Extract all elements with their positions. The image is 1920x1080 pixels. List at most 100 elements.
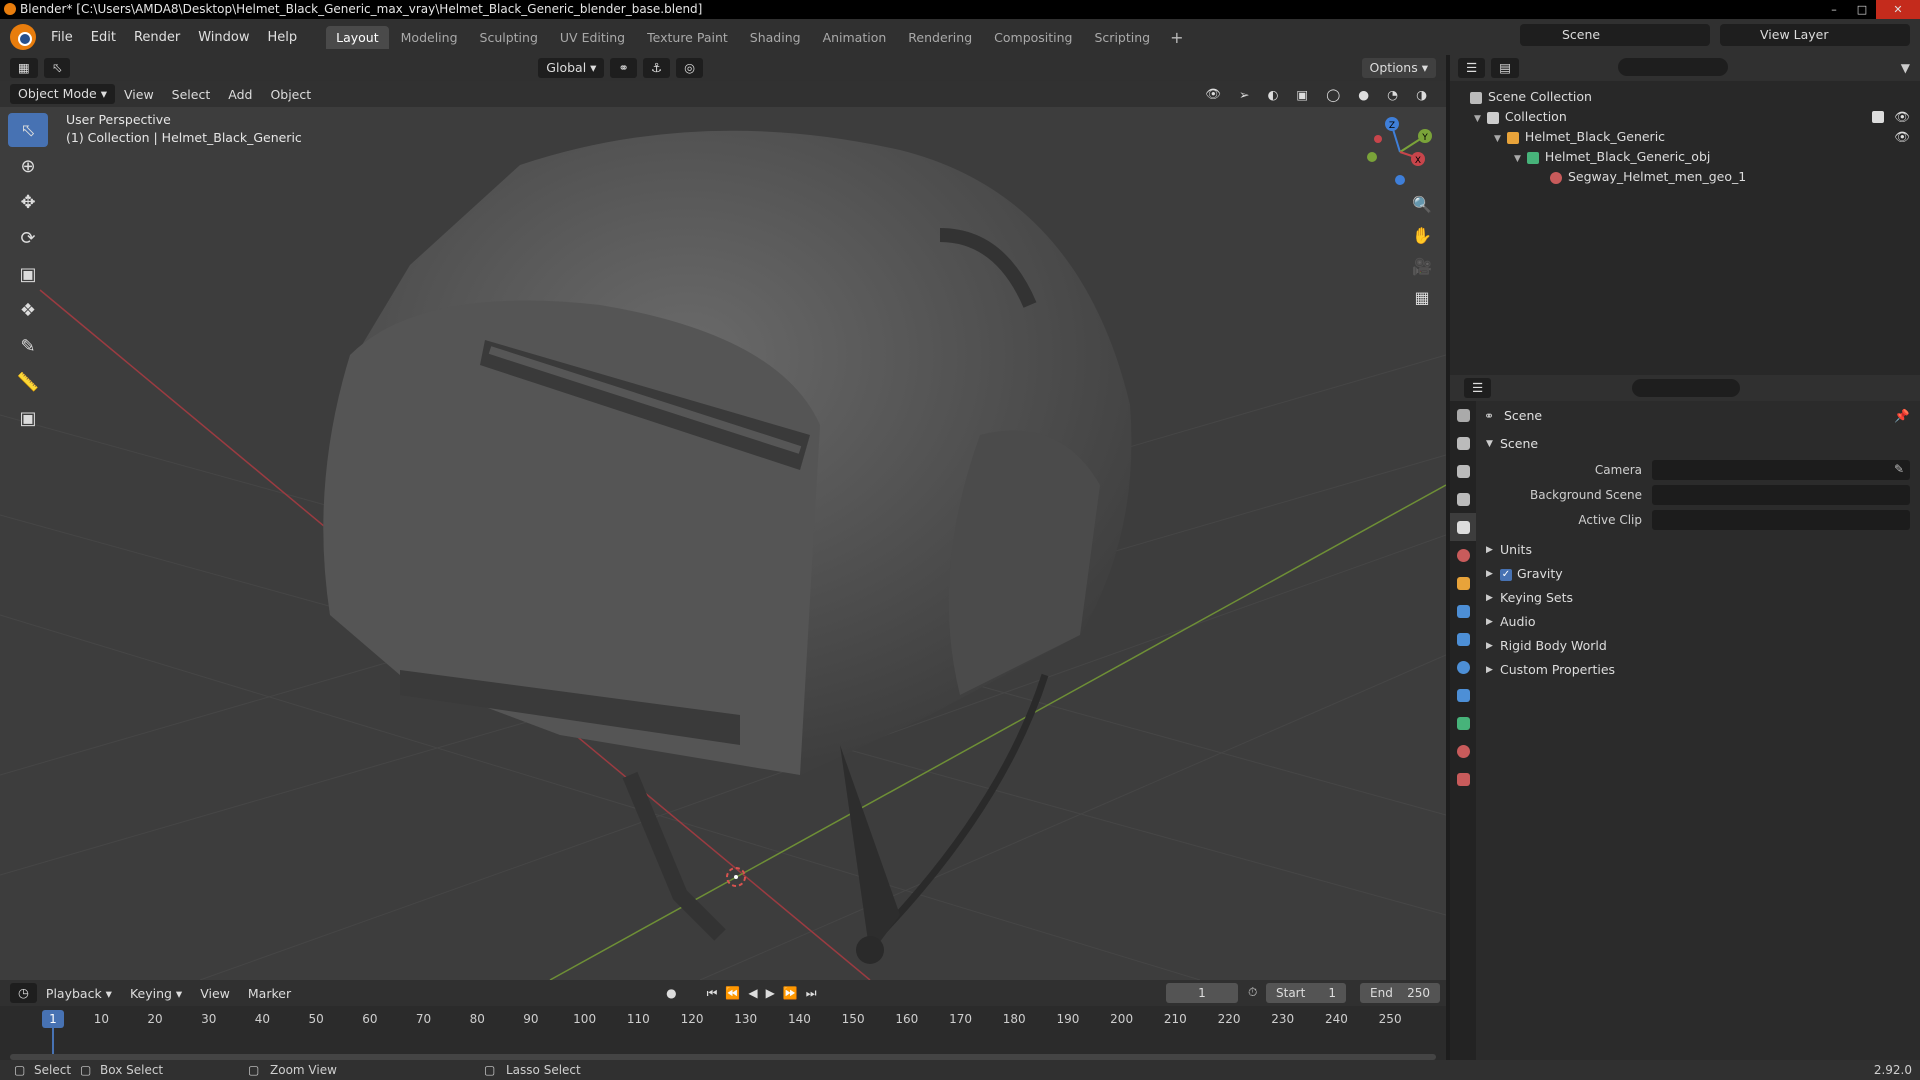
menu-help[interactable]: Help xyxy=(259,30,307,45)
start-frame-field[interactable]: Start 1 xyxy=(1266,983,1346,1003)
menu-edit[interactable]: Edit xyxy=(82,30,125,45)
scene-panel-header[interactable]: ▼ Scene xyxy=(1476,431,1920,457)
next-keyframe-icon[interactable]: ⏩ xyxy=(783,986,806,1000)
viewport-menu-select[interactable]: Select xyxy=(163,87,220,102)
editor-type-icon[interactable]: ▦ xyxy=(10,58,38,78)
output-tab-icon[interactable] xyxy=(1450,457,1476,485)
scene-selector[interactable]: Scene xyxy=(1520,24,1710,46)
timeline-ruler[interactable]: 1 10 20 30 40 50 60 70 80 90 100 110 120 130 140 150 16… xyxy=(0,1006,1446,1060)
cursor-tool-icon[interactable]: ⊕ xyxy=(8,149,48,183)
viewport-menu-add[interactable]: Add xyxy=(219,87,261,102)
tab-modeling[interactable]: Modeling xyxy=(391,26,468,49)
units-subpanel[interactable]: ▶ Units xyxy=(1476,538,1920,562)
tab-shading[interactable]: Shading xyxy=(740,26,811,49)
render-tab-icon[interactable] xyxy=(1450,429,1476,457)
material-shading-icon[interactable]: ◔ xyxy=(1378,87,1407,102)
filter-icon[interactable]: ▼ xyxy=(1901,61,1910,75)
properties-editor-type-icon[interactable]: ☰ xyxy=(1464,378,1492,398)
display-mode-icon[interactable]: ▤ xyxy=(1491,58,1520,78)
minimize-button[interactable]: – xyxy=(1820,0,1848,19)
snap-icon[interactable]: ⚓ xyxy=(642,58,671,78)
outliner-row-material[interactable]: Segway_Helmet_men_geo_1 xyxy=(1450,167,1920,187)
active-clip-field[interactable] xyxy=(1652,509,1910,530)
gravity-subpanel[interactable]: ▶ ✓ Gravity xyxy=(1476,562,1920,586)
expand-arrow-icon[interactable]: ▼ xyxy=(1474,114,1481,124)
timeline-editor-type-icon[interactable]: ◷ xyxy=(10,983,37,1003)
transform-tool-icon[interactable]: ❖ xyxy=(8,293,48,327)
stopwatch-icon[interactable]: ⏱ xyxy=(1248,985,1257,1000)
play-reverse-icon[interactable]: ◀ xyxy=(748,986,765,1000)
data-tab-icon[interactable] xyxy=(1450,709,1476,737)
xray-icon[interactable]: ▣ xyxy=(1287,87,1317,102)
current-frame-indicator[interactable]: 1 xyxy=(42,1010,64,1028)
annotate-tool-icon[interactable]: ✎ xyxy=(8,329,48,363)
close-button[interactable]: ✕ xyxy=(1876,0,1920,19)
pin-icon[interactable]: 📌 xyxy=(1894,401,1910,431)
material-tab-icon[interactable] xyxy=(1450,737,1476,765)
select-mode-icon[interactable]: ⬁ xyxy=(43,58,71,78)
neg-x-axis-icon[interactable] xyxy=(1374,135,1382,143)
rigid-body-world-subpanel[interactable]: ▶ Rigid Body World xyxy=(1476,634,1920,658)
3d-cursor-icon[interactable] xyxy=(726,867,746,887)
scale-tool-icon[interactable]: ▣ xyxy=(8,257,48,291)
transform-orientation-dropdown[interactable]: Global ▾ xyxy=(538,58,605,78)
camera-field[interactable]: ✎ xyxy=(1652,459,1910,480)
pivot-point-icon[interactable]: ⚭ xyxy=(610,58,637,78)
end-frame-field[interactable]: End 250 xyxy=(1360,983,1440,1003)
prev-keyframe-icon[interactable]: ⏪ xyxy=(725,986,748,1000)
modifier-tab-icon[interactable] xyxy=(1450,597,1476,625)
add-workspace-icon[interactable]: + xyxy=(1162,28,1191,47)
maximize-button[interactable]: □ xyxy=(1848,0,1876,19)
orthographic-grid-icon[interactable]: ▦ xyxy=(1406,288,1438,319)
neg-y-axis-icon[interactable] xyxy=(1367,152,1377,162)
keying-menu[interactable]: Keying ▾ xyxy=(121,986,191,1001)
custom-properties-subpanel[interactable]: ▶ Custom Properties xyxy=(1476,658,1920,682)
audio-subpanel[interactable]: ▶ Audio xyxy=(1476,610,1920,634)
solid-shading-icon[interactable]: ● xyxy=(1349,87,1378,102)
tab-scripting[interactable]: Scripting xyxy=(1085,26,1161,49)
view-layer-tab-icon[interactable] xyxy=(1450,485,1476,513)
tab-uv-editing[interactable]: UV Editing xyxy=(550,26,635,49)
rotate-tool-icon[interactable]: ⟳ xyxy=(8,221,48,255)
marker-menu[interactable]: Marker xyxy=(239,986,300,1001)
menu-window[interactable]: Window xyxy=(189,30,258,45)
camera-view-icon[interactable]: 🎥 xyxy=(1406,257,1438,288)
neg-z-axis-icon[interactable] xyxy=(1395,175,1405,185)
add-cube-tool-icon[interactable]: ▣ xyxy=(8,401,48,435)
tab-compositing[interactable]: Compositing xyxy=(984,26,1082,49)
menu-render[interactable]: Render xyxy=(125,30,189,45)
visibility-eye-icon[interactable]: 👁 xyxy=(1894,107,1910,127)
viewport-menu-view[interactable]: View xyxy=(115,87,163,102)
scene-tab-icon[interactable] xyxy=(1450,513,1476,541)
proportional-edit-icon[interactable]: ◎ xyxy=(676,58,704,78)
outliner-editor-type-icon[interactable]: ☰ xyxy=(1458,58,1486,78)
expand-arrow-icon[interactable]: ▼ xyxy=(1514,154,1521,164)
playback-menu[interactable]: Playback ▾ xyxy=(37,986,121,1001)
constraints-tab-icon[interactable] xyxy=(1450,681,1476,709)
tool-tab-icon[interactable] xyxy=(1450,401,1476,429)
object-mode-dropdown[interactable]: Object Mode ▾ xyxy=(10,84,115,104)
expand-arrow-icon[interactable]: ▼ xyxy=(1494,134,1501,144)
pan-hand-icon[interactable]: ✋ xyxy=(1406,226,1438,257)
tab-rendering[interactable]: Rendering xyxy=(898,26,982,49)
zoom-icon[interactable]: 🔍 xyxy=(1406,195,1438,226)
gizmo-toggle-icon[interactable]: ➢ xyxy=(1230,87,1258,102)
options-dropdown[interactable]: Options ▾ xyxy=(1361,58,1436,78)
outliner-row-scene-collection[interactable]: Scene Collection xyxy=(1450,87,1920,107)
overlays-icon[interactable]: ◐ xyxy=(1259,87,1288,102)
timeline-view-menu[interactable]: View xyxy=(191,986,239,1001)
outliner-row-mesh[interactable]: ▼ Helmet_Black_Generic_obj xyxy=(1450,147,1920,167)
gravity-checkbox[interactable]: ✓ xyxy=(1500,568,1512,581)
measure-tool-icon[interactable]: 📏 xyxy=(8,365,48,399)
tab-animation[interactable]: Animation xyxy=(813,26,897,49)
visibility-eye-icon[interactable]: 👁 xyxy=(1894,127,1910,147)
texture-tab-icon[interactable] xyxy=(1450,765,1476,793)
outliner-row-helmet[interactable]: ▼ Helmet_Black_Generic 👁 xyxy=(1450,127,1920,147)
jump-end-icon[interactable]: ⏭ xyxy=(806,986,825,1000)
visibility-icon[interactable]: 👁 xyxy=(1196,86,1230,102)
select-box-tool-icon[interactable]: ⬁ xyxy=(8,113,48,147)
particles-tab-icon[interactable] xyxy=(1450,625,1476,653)
play-icon[interactable]: ▶ xyxy=(766,986,783,1000)
tab-texture-paint[interactable]: Texture Paint xyxy=(637,26,738,49)
rendered-shading-icon[interactable]: ◑ xyxy=(1407,87,1436,102)
